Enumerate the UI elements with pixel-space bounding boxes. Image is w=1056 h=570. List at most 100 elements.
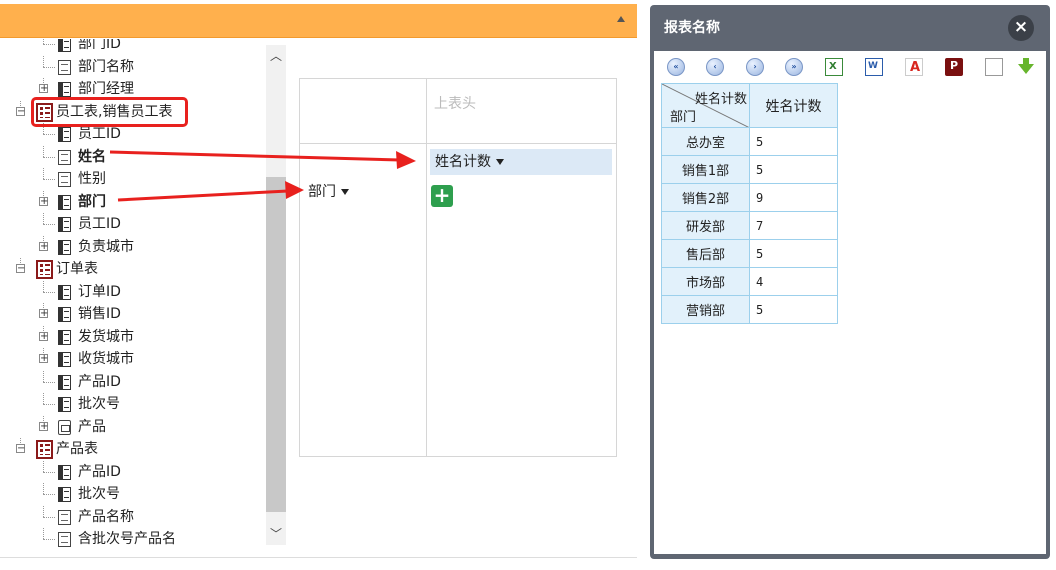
last-page-icon[interactable]: »	[785, 58, 803, 76]
tree-connector-vertical	[43, 168, 44, 179]
caret-down-icon[interactable]	[496, 159, 504, 165]
tree-field-node[interactable]: 订单ID	[0, 280, 266, 303]
dimension-field-icon	[58, 284, 71, 300]
add-measure-button[interactable]: +	[431, 185, 453, 207]
print-icon[interactable]	[945, 58, 963, 76]
tree-connector-horizontal	[43, 471, 55, 473]
word-export-icon[interactable]	[865, 58, 883, 76]
expand-plus-icon[interactable]: +	[39, 309, 48, 319]
scroll-up-icon[interactable]: ︿	[266, 45, 286, 67]
tree-connector-vertical	[43, 528, 44, 539]
scroll-down-icon[interactable]: ﹀	[266, 523, 286, 545]
tree-connector-vertical	[43, 213, 44, 224]
highlight-annotation-box	[31, 97, 188, 127]
text-field-icon	[58, 532, 71, 547]
dimension-field-icon	[58, 352, 71, 367]
tree-connector-vertical	[43, 55, 44, 67]
row-dimension-chip[interactable]: 部门	[308, 182, 349, 202]
expand-plus-icon[interactable]: +	[39, 354, 48, 364]
department-cell: 售后部	[661, 239, 750, 268]
first-page-icon[interactable]: «	[667, 58, 685, 76]
tree-node-label: 销售ID	[78, 306, 121, 322]
tree-field-node[interactable]: 产品ID	[0, 370, 266, 393]
expand-plus-icon[interactable]: +	[39, 241, 48, 251]
next-page-icon[interactable]: ›	[746, 58, 764, 76]
close-button[interactable]: ×	[1008, 15, 1034, 41]
collapse-minus-icon[interactable]: −	[16, 106, 25, 116]
tree-field-node[interactable]: + 部门	[0, 190, 266, 213]
dimension-field-icon	[58, 487, 71, 502]
tree-field-node[interactable]: + 负责城市	[0, 235, 266, 258]
row-dimension-label: 部门	[308, 184, 336, 200]
dimension-field-icon	[58, 464, 71, 480]
tree-field-node[interactable]: 员工ID	[0, 213, 266, 235]
tree-connector-horizontal	[43, 179, 55, 180]
text-field-icon	[58, 509, 71, 525]
tree-connector-vertical	[43, 483, 44, 494]
expand-plus-icon[interactable]: +	[39, 421, 48, 431]
report-preview-window: 报表名称 × « ‹ › » X W A P 姓名计数 部门 姓名计数 总办室 …	[650, 5, 1050, 559]
pdf-export-icon[interactable]	[905, 58, 923, 76]
tree-node-label: 含批次号产品名	[78, 531, 176, 547]
tree-field-node[interactable]: + 发货城市	[0, 325, 266, 348]
tree-field-node[interactable]: 产品ID	[0, 460, 266, 483]
department-cell: 市场部	[661, 267, 750, 296]
report-data-row: 售后部 5	[661, 239, 838, 268]
tree-field-node[interactable]: 含批次号产品名	[0, 528, 266, 547]
tree-field-node[interactable]: 姓名	[0, 145, 266, 168]
tree-node-label: 订单ID	[78, 283, 121, 300]
tree-node-label: 产品ID	[78, 373, 121, 390]
tree-connector-vertical	[43, 505, 44, 517]
tree-scrollbar[interactable]: ︿ ﹀	[266, 45, 286, 545]
scroll-thumb[interactable]	[266, 177, 286, 512]
tree-field-node[interactable]: + 销售ID	[0, 303, 266, 325]
collapse-up-icon[interactable]	[617, 16, 625, 22]
expand-plus-icon[interactable]: +	[39, 84, 48, 94]
designer-header-bar	[0, 4, 637, 38]
top-header-drop-zone[interactable]: 上表头	[434, 93, 476, 113]
dimension-field-icon	[58, 374, 71, 390]
prev-page-icon[interactable]: ‹	[706, 58, 724, 76]
tree-connector-vertical	[43, 370, 44, 382]
tree-connector-horizontal	[43, 156, 55, 158]
table-icon	[36, 440, 53, 459]
tree-connector-horizontal	[43, 291, 55, 293]
tree-table-node[interactable]: − 订单表	[0, 258, 266, 280]
tree-field-node[interactable]: 部门名称	[0, 55, 266, 78]
text-export-icon[interactable]	[985, 58, 1003, 76]
department-cell: 总办室	[661, 127, 750, 156]
dimension-field-icon	[58, 217, 71, 232]
tree-node-label: 姓名	[78, 148, 106, 165]
department-cell: 销售2部	[661, 183, 750, 212]
table-icon	[36, 260, 53, 279]
collapse-minus-icon[interactable]: −	[16, 264, 25, 274]
app-root: 部门ID 部门名称 + 部门经理 − 员工表,销售员工表 员工ID 姓名 性别 + 部门 员工ID + 负…	[0, 0, 1056, 570]
count-cell: 5	[749, 239, 838, 268]
report-data-row: 市场部 4	[661, 267, 838, 296]
report-data-row: 销售2部 9	[661, 183, 838, 212]
tree-field-node[interactable]: + 产品	[0, 415, 266, 438]
tree-connector-horizontal	[43, 494, 55, 495]
expand-plus-icon[interactable]: +	[39, 196, 48, 206]
tree-node-label: 产品	[78, 418, 106, 435]
tree-node-label: 收货城市	[78, 351, 134, 367]
excel-export-icon[interactable]	[825, 58, 843, 76]
tree-table-node[interactable]: − 产品表	[0, 438, 266, 460]
download-icon[interactable]	[1018, 64, 1034, 74]
report-toolbar: « ‹ › »	[654, 51, 1046, 87]
tree-field-node[interactable]: + 收货城市	[0, 348, 266, 370]
caret-down-icon[interactable]	[341, 189, 349, 195]
collapse-minus-icon[interactable]: −	[16, 444, 25, 454]
tree-field-node[interactable]: 部门ID	[0, 39, 266, 55]
text-field-icon	[58, 172, 71, 187]
tree-node-label: 批次号	[78, 396, 120, 412]
tree-field-node[interactable]: 性别	[0, 168, 266, 190]
tree-field-node[interactable]: 产品名称	[0, 505, 266, 528]
corner-header-cell: 姓名计数 部门	[661, 83, 750, 128]
expand-plus-icon[interactable]: +	[39, 331, 48, 341]
dimension-field-icon	[58, 194, 71, 210]
tree-field-node[interactable]: 批次号	[0, 483, 266, 505]
tree-field-node[interactable]: 批次号	[0, 393, 266, 415]
measure-chip[interactable]: 姓名计数	[430, 149, 612, 175]
count-cell: 5	[749, 155, 838, 184]
